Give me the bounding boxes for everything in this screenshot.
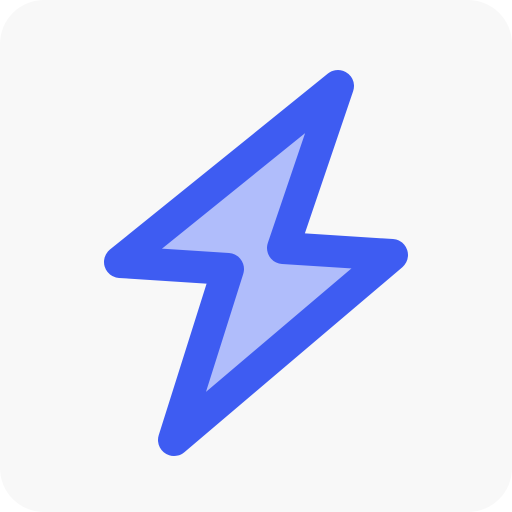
lightning-bolt-icon xyxy=(104,70,408,456)
app-icon-tile xyxy=(0,0,512,512)
bolt-shape xyxy=(104,70,408,456)
